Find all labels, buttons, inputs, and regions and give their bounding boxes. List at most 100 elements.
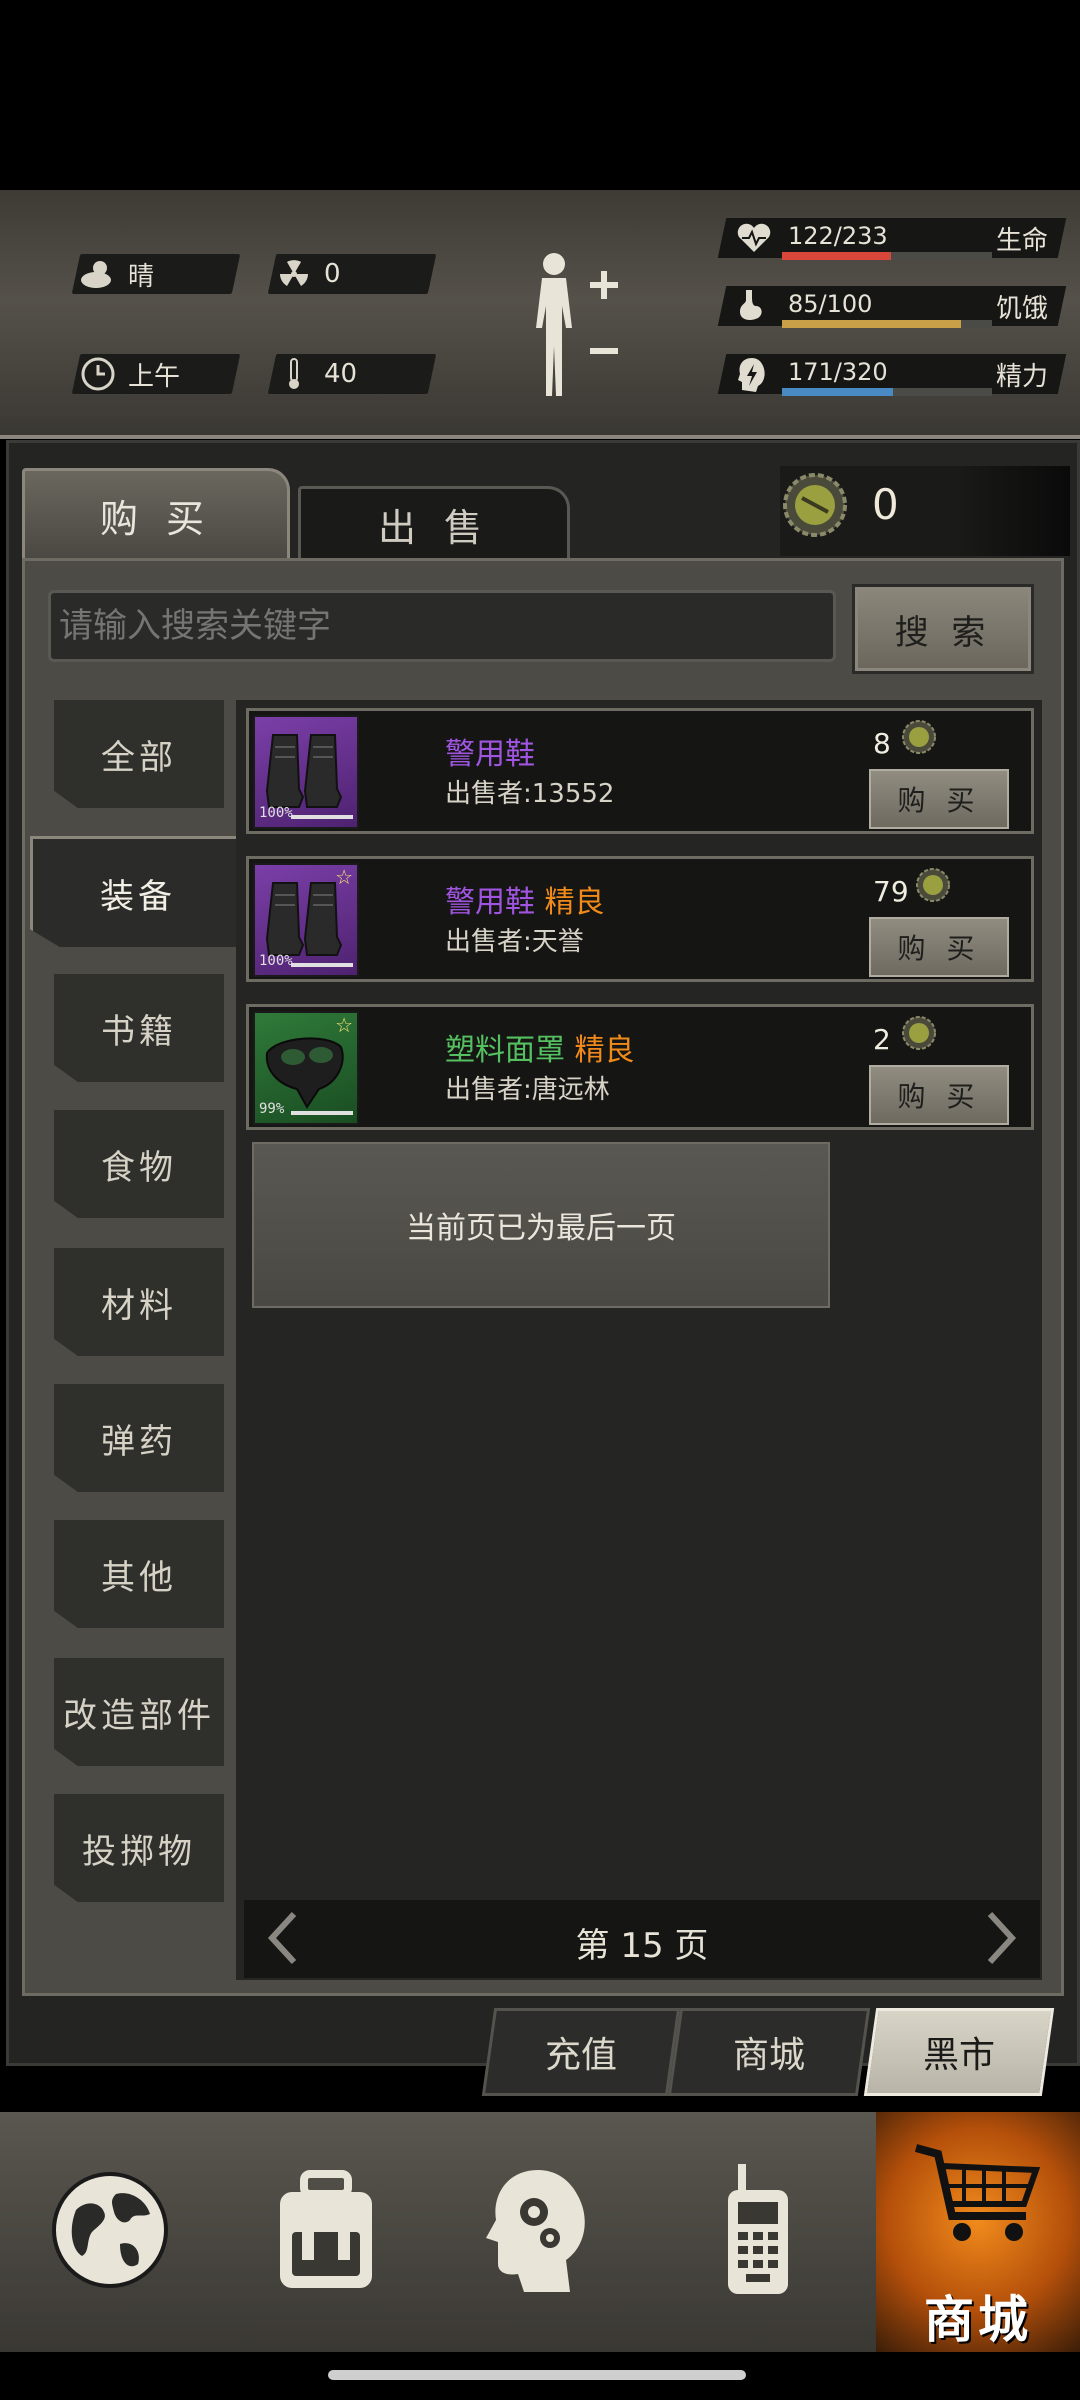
list-item[interactable]: 100% 警用鞋 出售者:13552 8 购 买 [246,708,1034,834]
stomach-icon [736,288,766,328]
bottle-cap-icon [916,868,950,902]
energy-stat: 171/320 精力 [717,354,1067,396]
item-thumbnail: ☆ 99% [253,1011,359,1125]
durability-text: 100% [259,953,293,969]
star-icon: ☆ [335,1013,353,1037]
nav-skills[interactable] [462,2120,622,2340]
boots-icon [265,734,343,808]
heart-icon [736,222,772,258]
category-label: 弹药 [101,1421,177,1462]
energy-value: 171/320 [788,358,888,386]
buy-button-label: 购 买 [897,932,981,965]
item-quality: 精良 [574,1033,635,1068]
health-stat: 122/233 生命 [717,218,1067,260]
tab-mall[interactable]: 商城 [667,2008,871,2096]
nav-shop-label: 商城 [924,2291,1032,2349]
item-name: 警用鞋 [445,729,535,773]
nav-inventory[interactable] [246,2120,406,2340]
energy-bar [782,388,992,396]
health-value: 122/233 [788,222,888,250]
item-name-text: 塑料面罩 [445,1033,565,1068]
category-ammo[interactable]: 弹药 [54,1384,224,1492]
nav-radio[interactable] [678,2120,838,2340]
hunger-label: 饥饿 [995,294,1048,324]
tab-black-market-label: 黑市 [922,2035,995,2076]
clock-icon [76,354,120,394]
tab-sell-label: 出 售 [377,505,491,550]
category-other[interactable]: 其他 [54,1520,224,1628]
bottle-cap-icon [902,1016,936,1050]
list-item[interactable]: ☆ 100% 警用鞋 精良 出售者:天誉 79 购 买 [246,856,1034,982]
tab-buy-label: 购 买 [99,496,213,541]
status-bar: 晴 0 上午 40 122/233 生命 85/100 饥饿 171/320 精… [0,190,1080,439]
list-item[interactable]: ☆ 99% 塑料面罩 精良 出售者:唐远林 2 购 买 [246,1004,1034,1130]
nav-shop[interactable]: 商城 [876,2112,1080,2352]
buy-button[interactable]: 购 买 [869,769,1009,829]
last-page-text: 当前页已为最后一页 [406,1211,676,1246]
home-indicator[interactable] [328,2370,746,2380]
weather-text: 晴 [128,261,155,292]
weather-chip: 晴 [71,254,241,294]
buy-button[interactable]: 购 买 [869,917,1009,977]
item-seller: 出售者:13552 [445,779,615,809]
durability-bar [291,1111,353,1115]
durability-bar [291,815,353,819]
tab-sell[interactable]: 出 售 [298,486,570,559]
bottle-cap-icon [902,720,936,754]
category-food[interactable]: 食物 [54,1110,224,1218]
last-page-notice: 当前页已为最后一页 [252,1142,830,1308]
category-books[interactable]: 书籍 [54,974,224,1082]
head-gears-icon [486,2170,585,2292]
page-indicator: 第 15 页 [575,1926,709,1966]
buy-button[interactable]: 购 买 [869,1065,1009,1125]
time-chip: 上午 [71,354,241,394]
search-input[interactable] [48,590,836,662]
search-button[interactable]: 搜 索 [852,584,1034,674]
search-button-label: 搜 索 [894,612,992,653]
item-price: 2 [873,1023,891,1056]
category-label: 书籍 [101,1011,177,1052]
globe-icon [52,2172,168,2288]
durability-text: 100% [259,805,293,821]
tab-buy[interactable]: 购 买 [22,468,290,559]
temperature-value: 40 [324,359,358,389]
item-name-text: 警用鞋 [445,737,535,772]
tab-recharge[interactable]: 充值 [481,2008,681,2096]
category-label: 材料 [101,1285,177,1326]
durability-bar [291,963,353,967]
category-label: 全部 [101,737,177,778]
hunger-value: 85/100 [788,290,873,318]
tab-recharge-label: 充值 [544,2035,617,2076]
item-thumbnail: 100% [253,715,359,829]
category-label: 改造部件 [63,1695,215,1736]
durability-text: 99% [259,1101,285,1117]
bottle-cap-icon [782,470,848,544]
buy-button-label: 购 买 [897,784,981,817]
item-seller: 出售者:唐远林 [445,1075,610,1105]
tab-black-market[interactable]: 黑市 [863,2008,1055,2096]
buy-button-label: 购 买 [897,1080,981,1113]
category-label: 装备 [100,876,176,917]
chevron-right-icon[interactable] [980,1908,1020,1968]
category-mods[interactable]: 改造部件 [54,1658,224,1766]
temperature-chip: 40 [267,354,437,394]
category-all[interactable]: 全部 [54,700,224,808]
item-quality: 精良 [544,885,605,920]
time-text: 上午 [128,361,181,392]
pagination: 第 15 页 [244,1900,1040,1978]
category-throwables[interactable]: 投掷物 [54,1794,224,1902]
item-price: 79 [873,875,909,908]
currency-count: 0 [872,480,899,529]
body-status-icon[interactable] [522,246,628,406]
nav-map[interactable] [30,2120,190,2340]
health-label: 生命 [995,226,1048,256]
category-equipment[interactable]: 装备 [30,836,243,947]
walkie-talkie-icon [728,2164,788,2294]
item-name: 塑料面罩 精良 [445,1025,635,1069]
category-materials[interactable]: 材料 [54,1248,224,1356]
radiation-chip: 0 [267,254,437,294]
health-bar [782,252,992,260]
item-name-text: 警用鞋 [445,885,535,920]
item-thumbnail: ☆ 100% [253,863,359,977]
item-price: 8 [873,727,891,760]
